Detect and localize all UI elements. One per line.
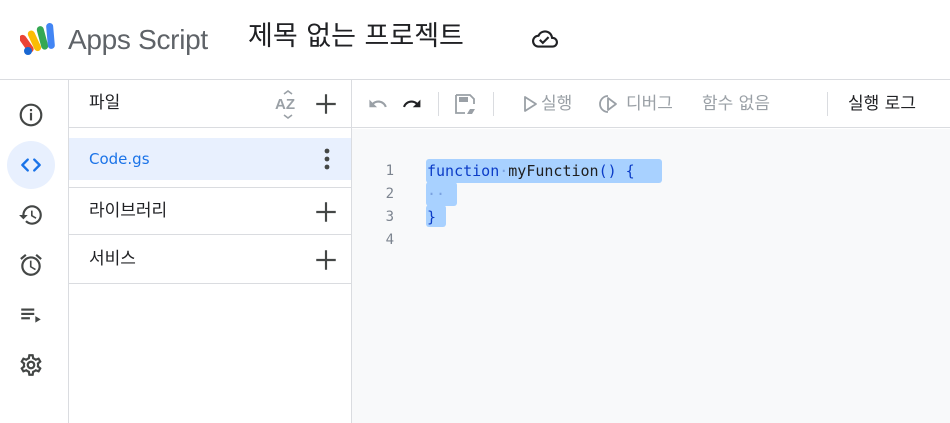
add-service-icon[interactable] [313, 247, 339, 273]
app-header: Apps Script 제목 없는 프로젝트 [0, 0, 950, 80]
toolbar-divider [493, 92, 494, 116]
line-number: 4 [385, 232, 394, 248]
gear-icon [20, 354, 42, 376]
line-number: 1 [385, 163, 394, 179]
nav-settings-button[interactable] [7, 341, 55, 389]
redo-icon[interactable] [400, 92, 424, 116]
alarm-icon [20, 254, 42, 276]
file-item-code-gs[interactable]: Code.gs [69, 138, 351, 180]
file-name: Code.gs [89, 150, 150, 168]
save-to-drive-icon[interactable] [453, 92, 477, 116]
code-closing-brace: } [427, 208, 437, 226]
services-label: 서비스 [89, 249, 136, 269]
toolbar-divider [827, 92, 828, 116]
debug-button[interactable]: 디버그 [626, 80, 673, 128]
nav-overview-button[interactable] [7, 91, 55, 139]
project-title[interactable]: 제목 없는 프로젝트 [248, 18, 464, 56]
libraries-row: 라이브러리 [69, 187, 351, 235]
code-line-3: } [427, 206, 436, 229]
sort-az-icon[interactable]: AZ [274, 90, 302, 120]
add-library-icon[interactable] [313, 199, 339, 225]
svg-text:AZ: AZ [275, 96, 295, 113]
code-punctuation: () { [598, 162, 635, 180]
code-icon [21, 158, 41, 172]
libraries-label: 라이브러리 [89, 201, 168, 221]
files-panel: 파일 AZ Code.gs 라이브러리 서비스 [69, 80, 352, 423]
cloud-done-icon [532, 30, 558, 48]
nav-logs-button[interactable] [7, 291, 55, 339]
history-icon [19, 205, 42, 225]
files-header: 파일 AZ [69, 80, 351, 128]
code-line-2: ·· [427, 183, 445, 206]
toolbar-divider [438, 92, 439, 116]
code-function-name: myFunction [508, 162, 599, 180]
nav-executions-button[interactable] [7, 191, 55, 239]
nav-rail [0, 80, 69, 423]
code-editor[interactable]: 1 2 3 4 function·myFunction() { ·· } [352, 129, 950, 423]
info-icon [19, 103, 43, 127]
nav-triggers-button[interactable] [7, 241, 55, 289]
files-label: 파일 [89, 93, 121, 113]
app-name: Apps Script [68, 24, 208, 55]
code-keyword: function [427, 162, 500, 180]
line-number: 3 [385, 209, 394, 225]
add-file-icon[interactable] [313, 91, 339, 117]
code-line-1: function·myFunction() { [427, 162, 635, 180]
editor-toolbar: 실행 디버그 함수 없음 실행 로그 [352, 80, 950, 128]
run-button[interactable]: 실행 [541, 80, 572, 128]
execution-log-button[interactable]: 실행 로그 [848, 80, 916, 128]
playlist-play-icon [21, 308, 41, 323]
undo-icon[interactable] [366, 92, 390, 116]
debug-icon [599, 95, 617, 113]
services-row: 서비스 [69, 236, 351, 284]
function-select[interactable]: 함수 없음 [702, 80, 770, 128]
line-number: 2 [385, 186, 394, 202]
apps-script-logo[interactable] [20, 20, 62, 56]
more-vert-icon[interactable] [323, 147, 331, 171]
run-icon [524, 96, 537, 112]
code-whitespace: ·· [427, 185, 446, 203]
nav-editor-button[interactable] [7, 141, 55, 189]
